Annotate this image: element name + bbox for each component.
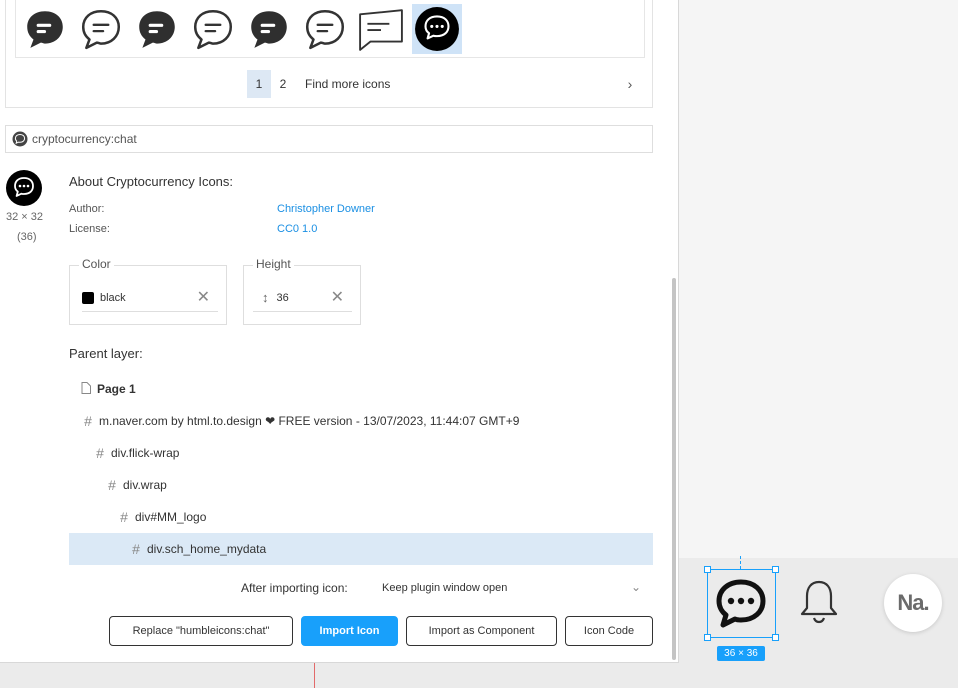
after-import-label: After importing icon: (241, 581, 348, 595)
frame-icon: # (132, 541, 140, 557)
layer-label: Page 1 (97, 382, 136, 396)
bell-icon[interactable] (798, 578, 840, 624)
chat-dots-icon (12, 131, 28, 147)
preview-size-label: 32 × 32 (6, 211, 44, 223)
after-import-select[interactable]: Keep plugin window open (382, 582, 644, 594)
author-label: Author: (69, 203, 105, 215)
selection-size-badge: 36 × 36 (717, 646, 765, 661)
layer-label: m.naver.com by html.to.design ❤ FREE ver… (99, 414, 520, 428)
color-fieldset: Color black ✕ (69, 257, 227, 325)
resize-handle-tr[interactable] (772, 566, 779, 573)
preview-count-label: (36) (17, 231, 37, 243)
icon-code-button[interactable]: Icon Code (565, 616, 653, 646)
page-icon (79, 381, 93, 397)
chat-outline-icon[interactable] (300, 4, 350, 54)
layer-row-frame[interactable]: # m.naver.com by html.to.design ❤ FREE v… (69, 405, 653, 437)
chat-outline-icon[interactable] (188, 4, 238, 54)
color-swatch[interactable] (82, 291, 94, 304)
layer-row-page[interactable]: Page 1 (69, 373, 653, 405)
selection-guide (740, 556, 741, 569)
naver-logo[interactable]: Na. (884, 574, 942, 632)
selected-icon-name-bar: cryptocurrency:chat (5, 125, 653, 153)
pagination: 1 2 Find more icons (247, 70, 390, 98)
chat-dots-icon[interactable] (714, 577, 768, 631)
height-fieldset: Height ↕ 36 ✕ (243, 257, 361, 325)
height-value: 36 (276, 291, 289, 304)
license-label: License: (69, 223, 110, 235)
icon-preview (6, 170, 42, 206)
frame-icon: # (108, 477, 116, 493)
frame-icon: # (120, 509, 128, 525)
resize-vertical-icon: ↕ (262, 290, 269, 305)
resize-handle-br[interactable] (772, 634, 779, 641)
resize-handle-tl[interactable] (704, 566, 711, 573)
import-component-button[interactable]: Import as Component (406, 616, 557, 646)
panel-scrollbar[interactable] (672, 278, 676, 660)
chat-square-outline-icon[interactable] (356, 4, 406, 54)
color-input[interactable]: black ✕ (82, 284, 218, 312)
icon-name-text: cryptocurrency:chat (32, 132, 137, 146)
page-2-button[interactable]: 2 (271, 70, 295, 98)
layer-row-sch-home-mydata[interactable]: # div.sch_home_mydata (69, 533, 653, 565)
page-1-button[interactable]: 1 (247, 70, 271, 98)
color-value: black (100, 291, 126, 304)
height-legend: Height (253, 257, 294, 271)
chat-filled-icon[interactable] (244, 4, 294, 54)
license-link[interactable]: CC0 1.0 (277, 223, 317, 235)
layer-label: div.sch_home_mydata (147, 542, 267, 556)
layer-row-mm-logo[interactable]: # div#MM_logo (69, 501, 653, 533)
next-page-button[interactable]: › (623, 74, 637, 94)
layer-label: div#MM_logo (135, 510, 207, 524)
resize-handle-bl[interactable] (704, 634, 711, 641)
frame-icon: # (84, 413, 92, 429)
color-legend: Color (79, 257, 114, 271)
canvas-guide-line (314, 660, 315, 688)
about-title: About Cryptocurrency Icons: (69, 174, 234, 189)
chat-filled-icon[interactable] (132, 4, 182, 54)
chat-dots-icon[interactable] (412, 4, 462, 54)
layer-label: div.wrap (123, 478, 167, 492)
replace-button[interactable]: Replace "humbleicons:chat" (109, 616, 293, 646)
layer-row-wrap[interactable]: # div.wrap (69, 469, 653, 501)
frame-icon: # (96, 445, 104, 461)
find-more-icons-link[interactable]: Find more icons (305, 77, 390, 91)
height-input[interactable]: ↕ 36 ✕ (253, 284, 352, 312)
layer-label: div.flick-wrap (111, 446, 180, 460)
parent-layer-title: Parent layer: (69, 346, 143, 361)
iconify-plugin-panel: 1 2 Find more icons › cryptocurrency:cha… (0, 0, 679, 663)
author-link[interactable]: Christopher Downer (277, 203, 375, 215)
layer-row-flick-wrap[interactable]: # div.flick-wrap (69, 437, 653, 469)
clear-color-icon[interactable]: ✕ (197, 290, 210, 306)
chat-outline-icon[interactable] (76, 4, 126, 54)
clear-height-icon[interactable]: ✕ (331, 290, 344, 306)
import-icon-button[interactable]: Import Icon (301, 616, 398, 646)
chevron-down-icon[interactable]: ⌄ (631, 580, 641, 594)
chat-filled-icon[interactable] (20, 4, 70, 54)
